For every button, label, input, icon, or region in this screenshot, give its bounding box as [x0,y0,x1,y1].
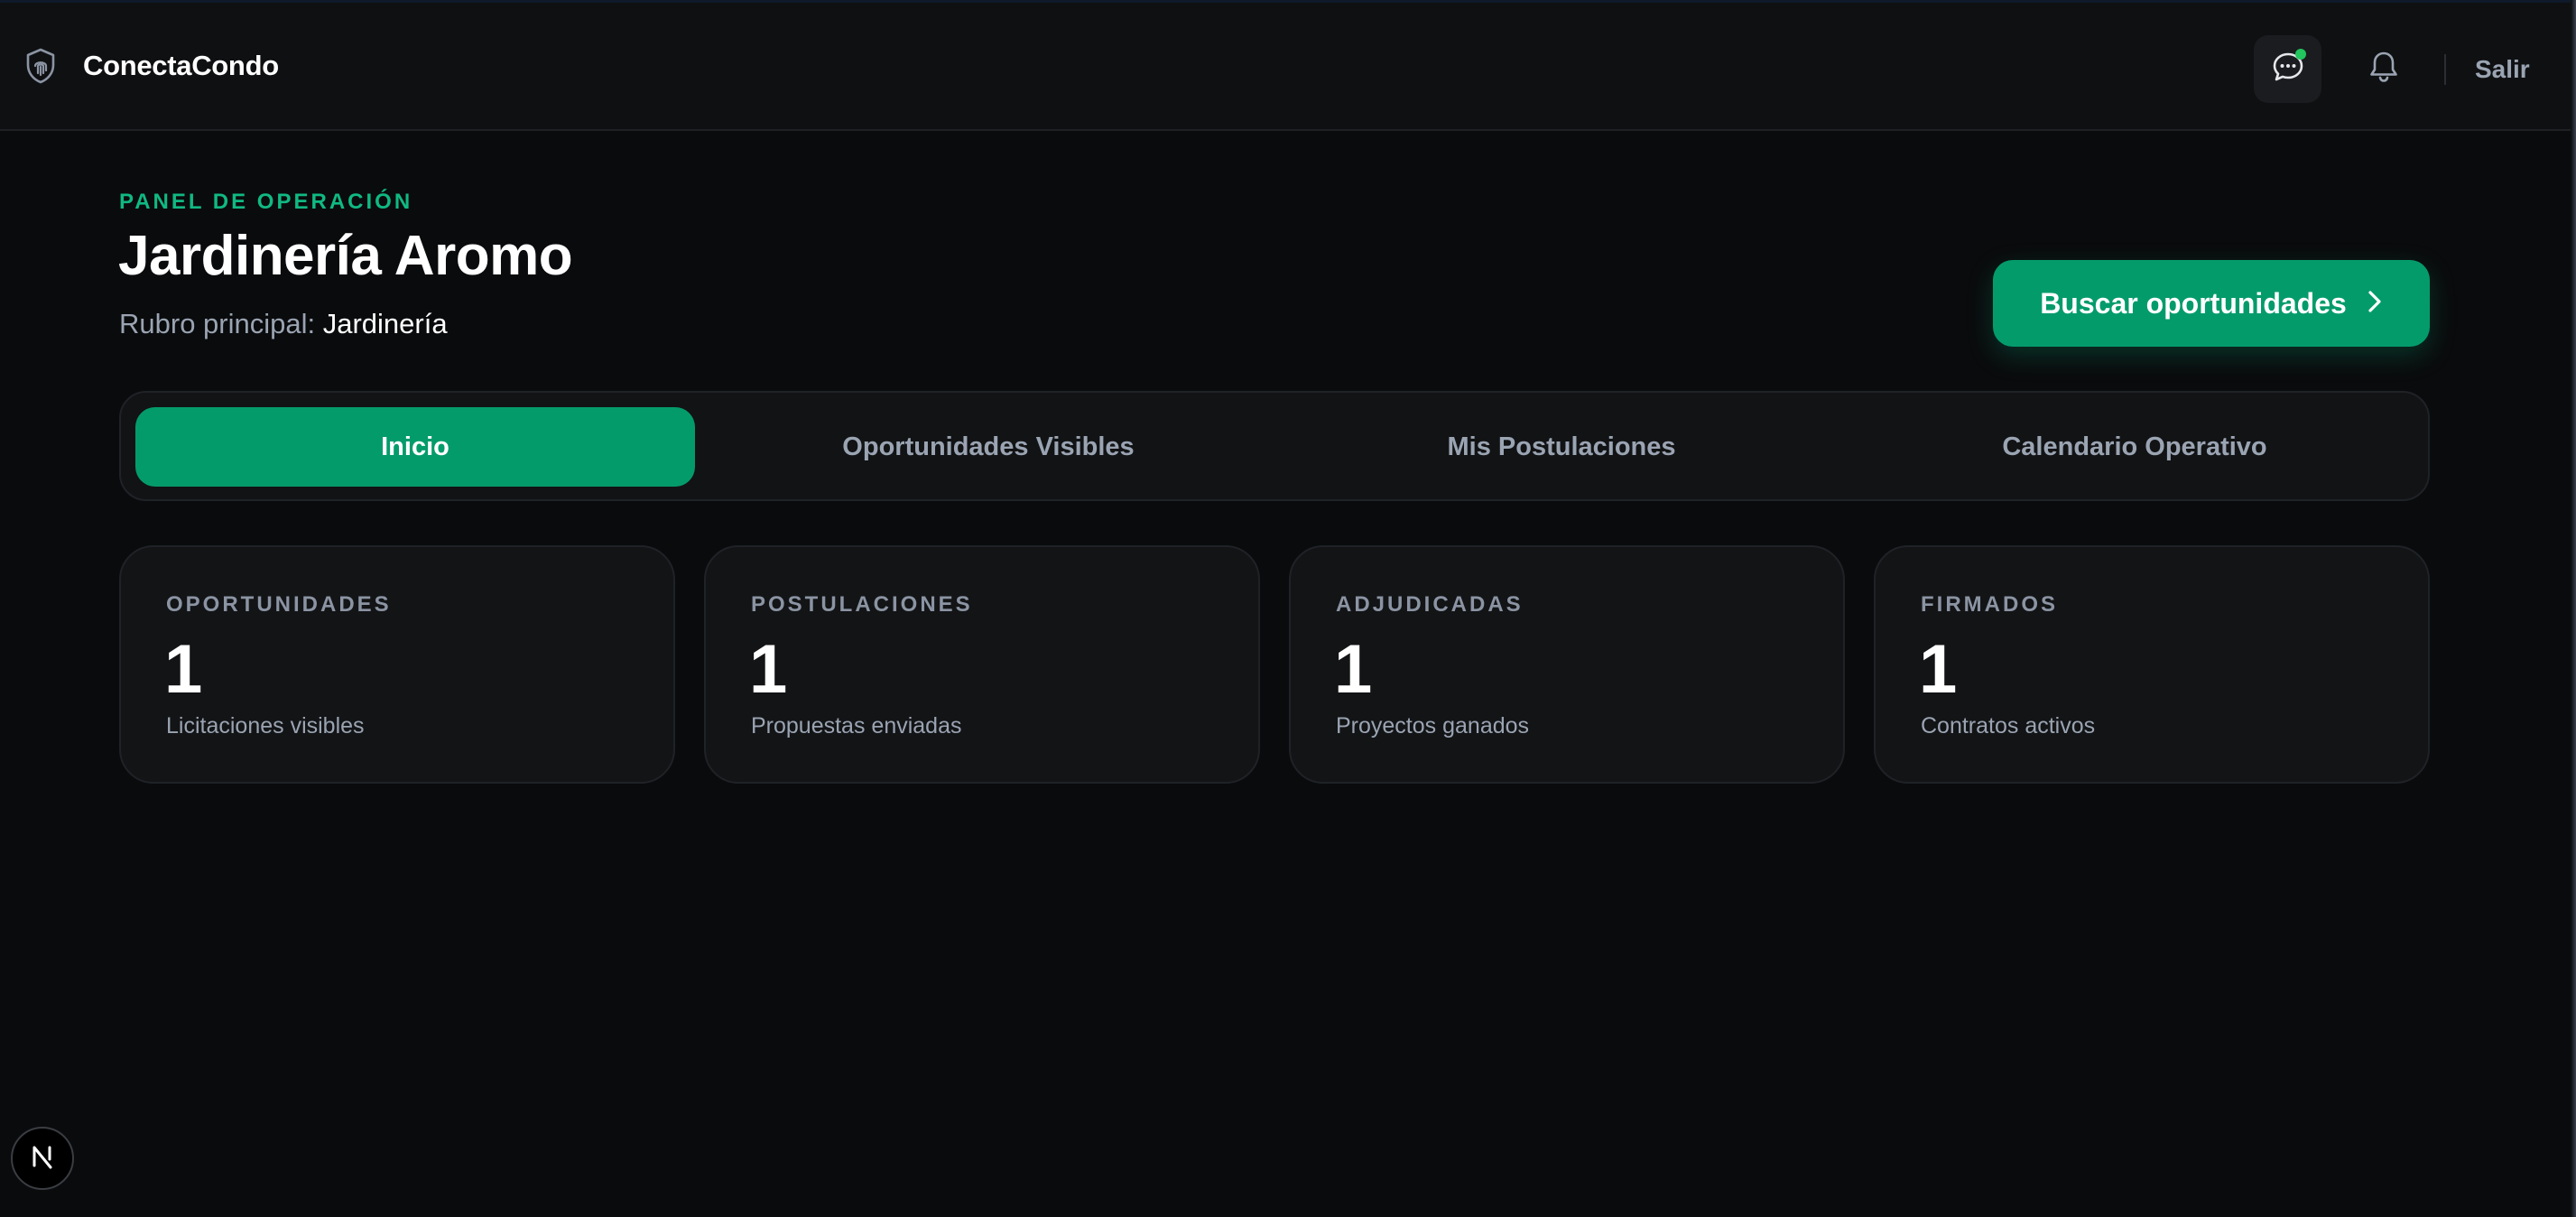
shield-fingerprint-icon [25,48,56,84]
stat-value: 1 [749,631,788,708]
page-subtitle: Rubro principal: Jardinería [119,308,448,340]
brand[interactable]: ConectaCondo [25,48,279,84]
subtitle-value: Jardinería [322,308,448,339]
stat-caption: Propuestas enviadas [751,713,962,739]
brand-name: ConectaCondo [83,50,279,81]
stat-label: FIRMADOS [1921,592,2058,617]
tab-calendario-operativo[interactable]: Calendario Operativo [1855,407,2414,487]
stat-caption: Proyectos ganados [1336,713,1530,739]
chevron-right-icon [2367,289,2383,319]
subtitle-label: Rubro principal: [119,308,316,339]
panel-eyebrow: PANEL DE OPERACIÓN [119,190,413,214]
n-logo-icon [29,1143,56,1175]
stat-value: 1 [1334,631,1373,708]
stat-card-firmados: FIRMADOS 1 Contratos activos [1874,545,2430,784]
nextjs-dev-badge[interactable] [11,1127,74,1190]
window-edge [2571,0,2576,1217]
stat-label: OPORTUNIDADES [166,592,392,617]
bell-icon [2368,50,2400,88]
stat-card-adjudicadas: ADJUDICADAS 1 Proyectos ganados [1289,545,1845,784]
top-bar: ConectaCondo Salir [0,0,2576,131]
tab-inicio[interactable]: Inicio [135,407,695,487]
page-title: Jardinería Aromo [118,225,573,287]
logout-button[interactable]: Salir [2475,55,2530,84]
stat-value: 1 [164,631,203,708]
stat-caption: Contratos activos [1921,713,2096,739]
stat-value: 1 [1919,631,1958,708]
chat-button[interactable] [2254,35,2321,103]
stat-caption: Licitaciones visibles [166,713,365,739]
tab-mis-postulaciones[interactable]: Mis Postulaciones [1282,407,1841,487]
stat-card-postulaciones: POSTULACIONES 1 Propuestas enviadas [704,545,1260,784]
stat-label: POSTULACIONES [751,592,973,617]
search-opportunities-label: Buscar oportunidades [2040,286,2347,320]
tab-bar: Inicio Oportunidades Visibles Mis Postul… [119,391,2430,501]
tab-oportunidades-visibles[interactable]: Oportunidades Visibles [709,407,1268,487]
stat-card-oportunidades: OPORTUNIDADES 1 Licitaciones visibles [119,545,675,784]
search-opportunities-button[interactable]: Buscar oportunidades [1993,260,2430,347]
stat-label: ADJUDICADAS [1336,592,1524,617]
app-page: ConectaCondo Salir PANEL DE OPERACIÓN Ja… [0,0,2576,1217]
header-divider [2444,54,2446,85]
unread-indicator-dot [2295,49,2306,60]
notifications-button[interactable] [2349,35,2417,103]
